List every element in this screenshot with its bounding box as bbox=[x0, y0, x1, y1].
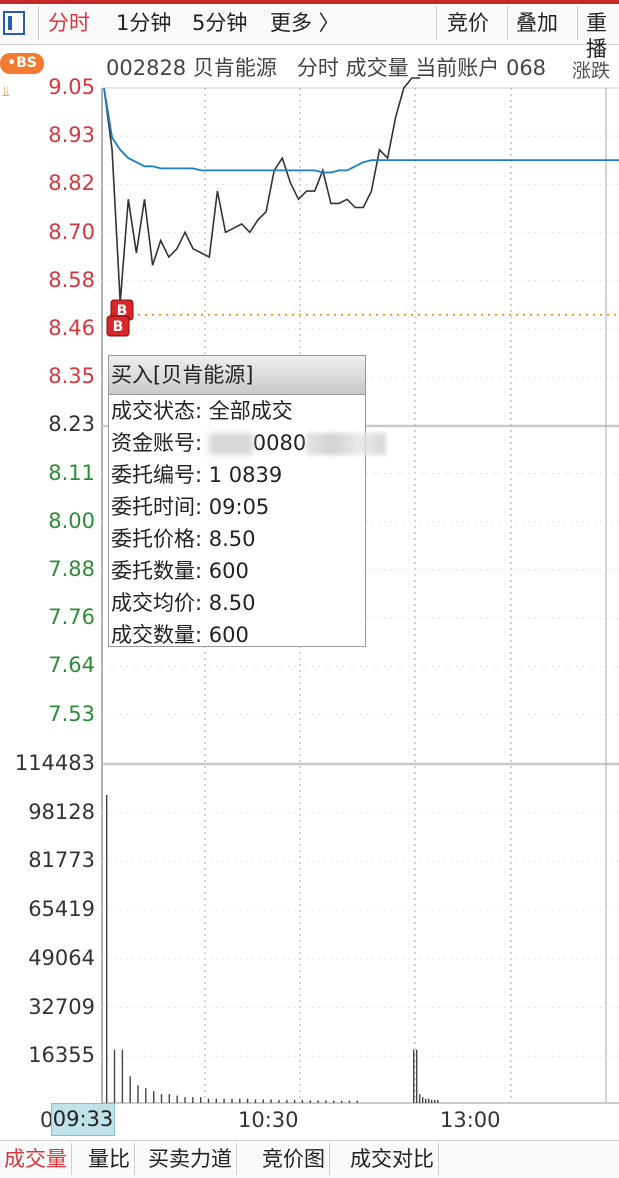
tooltip-row-status: 成交状态: 全部成交 bbox=[111, 399, 293, 423]
tooltip-row-order-id: 委托编号: 1 0839 bbox=[111, 463, 283, 487]
price-tick-label: 7.64 bbox=[48, 653, 95, 678]
volume-bar bbox=[419, 1094, 421, 1103]
redacted-mark bbox=[306, 433, 387, 455]
volume-bar bbox=[153, 1091, 155, 1103]
tab-volume-ratio[interactable]: 量比 bbox=[84, 1143, 135, 1175]
volume-tick-label: 65419 bbox=[28, 897, 95, 922]
price-tick-label: 8.70 bbox=[48, 219, 95, 244]
volume-tick-label: 32709 bbox=[28, 994, 95, 1019]
price-tick-label: 8.00 bbox=[48, 508, 95, 533]
tooltip-row-avg-price: 成交均价: 8.50 bbox=[111, 591, 256, 615]
volume-bar bbox=[413, 1049, 415, 1103]
volume-bar bbox=[160, 1094, 163, 1103]
price-tick-label: 8.23 bbox=[48, 412, 95, 437]
volume-tick-label: 98128 bbox=[28, 799, 95, 824]
price-tick-label: 8.46 bbox=[48, 316, 95, 340]
volume-tick-label: 16355 bbox=[28, 1043, 95, 1068]
tab-trade-compare[interactable]: 成交对比 bbox=[346, 1143, 439, 1175]
time-label-1300: 13:00 bbox=[440, 1108, 501, 1132]
volume-bar bbox=[113, 1049, 116, 1103]
tooltip-row-filled-qty: 成交数量: 600 bbox=[111, 623, 249, 647]
volume-bar bbox=[106, 795, 108, 1103]
tooltip-title: 买入[贝肯能源] bbox=[109, 356, 365, 395]
tab-volume[interactable]: 成交量 bbox=[0, 1143, 72, 1175]
time-cursor: 09:33 bbox=[51, 1103, 115, 1136]
price-tick-label: 8.82 bbox=[48, 171, 95, 196]
price-tick-label: 8.35 bbox=[48, 364, 95, 389]
time-label-1030: 10:30 bbox=[238, 1108, 299, 1132]
volume-tick-label: 114483 bbox=[14, 751, 95, 775]
price-tick-label: 8.93 bbox=[48, 123, 95, 148]
volume-bar bbox=[121, 1049, 124, 1103]
buy-marker-label: B bbox=[113, 319, 124, 335]
price-tick-label: 7.88 bbox=[48, 557, 95, 581]
price-tick-label: 8.58 bbox=[48, 267, 95, 292]
volume-bar bbox=[416, 1049, 418, 1103]
price-tick-label: 7.53 bbox=[48, 701, 95, 726]
buy-marker-label: B bbox=[117, 303, 128, 319]
tooltip-row-qty: 委托数量: 600 bbox=[111, 559, 249, 583]
volume-tick-label: 81773 bbox=[28, 848, 95, 873]
volume-bar bbox=[137, 1085, 139, 1103]
bottom-tabs: 成交量 量比 买卖力道 竞价图 成交对比 bbox=[0, 1140, 619, 1178]
volume-bar bbox=[168, 1094, 170, 1103]
volume-bar bbox=[129, 1076, 131, 1103]
price-tick-label: 7.76 bbox=[48, 605, 95, 630]
volume-bar bbox=[176, 1095, 178, 1103]
tab-auction-chart[interactable]: 竞价图 bbox=[258, 1143, 330, 1175]
volume-bar bbox=[145, 1088, 147, 1103]
price-line bbox=[103, 77, 420, 303]
tab-buy-sell-force[interactable]: 买卖力道 bbox=[144, 1143, 237, 1175]
price-tick-label: 9.05 bbox=[48, 75, 95, 99]
price-tick-label: 8.11 bbox=[48, 460, 95, 485]
order-tooltip: 买入[贝肯能源] 成交状态: 全部成交 资金账号: 0080 委托编号: 1 0… bbox=[108, 355, 387, 647]
tooltip-row-time: 委托时间: 09:05 bbox=[111, 495, 270, 519]
volume-tick-label: 49064 bbox=[28, 945, 95, 970]
tooltip-row-account: 资金账号: 0080 bbox=[109, 427, 387, 459]
redacted-mark bbox=[208, 433, 253, 455]
average-price-line bbox=[103, 87, 619, 174]
tooltip-row-price: 委托价格: 8.50 bbox=[111, 527, 256, 551]
